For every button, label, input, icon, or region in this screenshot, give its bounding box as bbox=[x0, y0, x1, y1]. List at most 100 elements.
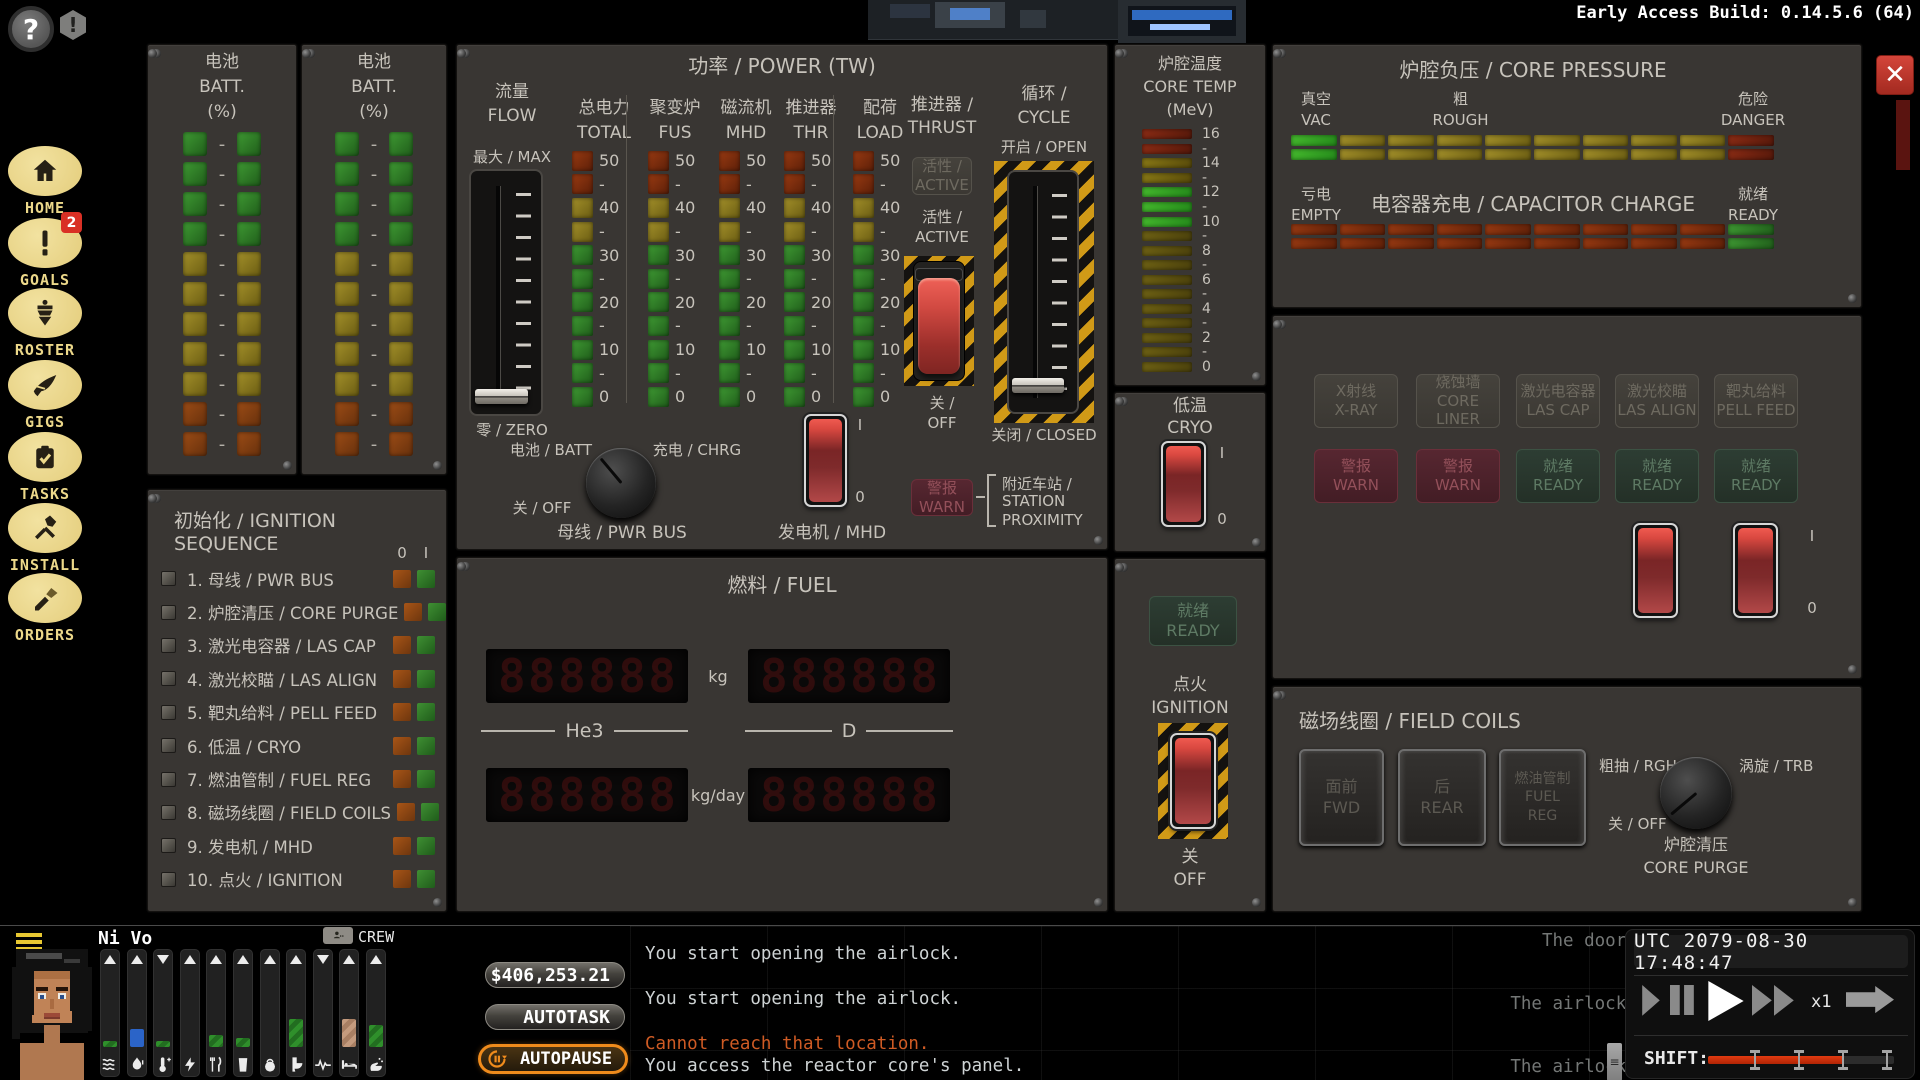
cryo-switch[interactable] bbox=[1161, 441, 1206, 527]
divider bbox=[626, 95, 627, 403]
sidebar-item-orders[interactable]: ORDERS bbox=[0, 573, 90, 644]
led-cell bbox=[572, 363, 593, 383]
battery-title-zh: 电池 bbox=[302, 53, 446, 73]
ignition-checkbox[interactable] bbox=[161, 671, 176, 686]
ignition-checkbox[interactable] bbox=[161, 638, 176, 653]
led-row: 16 bbox=[1142, 127, 1226, 142]
subsystem-switch-2[interactable] bbox=[1733, 523, 1778, 618]
ship-module bbox=[890, 4, 930, 18]
cycle-slider-handle[interactable] bbox=[1012, 378, 1064, 393]
led-cell bbox=[1142, 362, 1192, 372]
led-scale-label: - bbox=[675, 316, 701, 335]
ignition-step-row: 10. 点火 / IGNITION bbox=[161, 863, 435, 896]
led-row: - bbox=[1142, 345, 1226, 360]
segment-cell bbox=[1437, 135, 1483, 146]
led-dash: - bbox=[216, 344, 228, 365]
ignition-checkbox[interactable] bbox=[161, 605, 176, 620]
ignition-checkbox[interactable] bbox=[161, 872, 176, 887]
close-button[interactable]: ✕ bbox=[1876, 55, 1914, 95]
led-cell bbox=[648, 198, 669, 218]
led-cell bbox=[183, 342, 207, 366]
pause-button[interactable] bbox=[1670, 985, 1696, 1015]
battery-title-en: BATT. bbox=[148, 78, 296, 98]
screw bbox=[457, 562, 466, 571]
ignition-checkbox[interactable] bbox=[161, 772, 176, 787]
crew-name: Ni Vo bbox=[98, 928, 152, 949]
fast-forward-button[interactable] bbox=[1752, 985, 1796, 1015]
fuel-reg-coil-button[interactable]: 燃油管制FUELREG bbox=[1499, 749, 1586, 846]
ignition-off-led bbox=[397, 803, 415, 821]
led-scale-label: 10 bbox=[880, 340, 906, 359]
thrust-active-indicator: 活性 / ACTIVE bbox=[912, 157, 972, 195]
knob-pointer bbox=[599, 457, 622, 484]
skip-button[interactable] bbox=[1846, 986, 1894, 1014]
money-label: $406,253.21 bbox=[491, 965, 610, 986]
screw bbox=[1848, 665, 1857, 674]
sidebar-item-goals[interactable]: 2 GOALS bbox=[0, 218, 90, 289]
mhd-generator-switch[interactable] bbox=[804, 414, 847, 507]
up-arrow-icon bbox=[104, 955, 116, 964]
pell-feed-button[interactable]: 靶丸给料PELL FEED bbox=[1714, 374, 1798, 428]
core-purge-knob[interactable] bbox=[1660, 757, 1732, 829]
alert-badge[interactable]: ! bbox=[60, 10, 86, 40]
segment-cell bbox=[1340, 135, 1386, 146]
led-row: - bbox=[1142, 258, 1226, 273]
led-cell bbox=[1142, 246, 1192, 256]
sidebar-item-tasks[interactable]: TASKS bbox=[0, 432, 90, 503]
autopause-button[interactable]: AUTOPAUSE bbox=[478, 1044, 628, 1074]
crew-portrait[interactable] bbox=[8, 939, 96, 1080]
led-cell bbox=[335, 252, 359, 276]
led-cell bbox=[389, 222, 413, 246]
cycle-slider[interactable] bbox=[1007, 170, 1079, 414]
ignition-checkbox[interactable] bbox=[161, 571, 176, 586]
led-row: - bbox=[302, 279, 446, 309]
ignition-checkbox[interactable] bbox=[161, 705, 176, 720]
subsystem-switch-1[interactable] bbox=[1633, 523, 1678, 618]
pwr-bus-knob[interactable] bbox=[586, 448, 656, 518]
led-cell bbox=[719, 151, 740, 171]
crew-button[interactable] bbox=[323, 927, 353, 944]
proximity-label-zh: 附近车站 / bbox=[1002, 473, 1072, 494]
ignition-checkbox[interactable] bbox=[161, 805, 176, 820]
xray-button[interactable]: X射线X-RAY bbox=[1314, 374, 1398, 428]
led-cell bbox=[572, 316, 593, 336]
flow-slider[interactable] bbox=[469, 169, 543, 416]
need-bar-toilet bbox=[286, 949, 306, 1077]
core-liner-button[interactable]: 烧蚀墙CORE LINER bbox=[1416, 374, 1500, 428]
las-align-button[interactable]: 激光校瞄LAS ALIGN bbox=[1615, 374, 1699, 428]
slider-ticks bbox=[516, 193, 531, 392]
fwd-coil-button[interactable]: 面前FWD bbox=[1299, 749, 1384, 846]
led-dash: - bbox=[368, 254, 380, 275]
rear-coil-button[interactable]: 后REAR bbox=[1398, 749, 1486, 846]
led-row: - bbox=[302, 399, 446, 429]
cycle-title-zh: 循环 / bbox=[994, 85, 1094, 105]
slider-track bbox=[1033, 186, 1037, 397]
play-button[interactable] bbox=[1706, 981, 1746, 1018]
cryo-panel: 低温 CRYO I 0 bbox=[1114, 392, 1266, 552]
led-cell bbox=[183, 132, 207, 156]
log-scrollbar[interactable]: ≡ bbox=[1607, 1043, 1622, 1080]
thrust-lever[interactable] bbox=[918, 278, 960, 374]
ignition-switch[interactable] bbox=[1170, 733, 1216, 829]
ignition-checkbox[interactable] bbox=[161, 738, 176, 753]
flow-slider-handle[interactable] bbox=[475, 389, 528, 404]
ignition-checkbox[interactable] bbox=[161, 838, 176, 853]
led-row: - bbox=[302, 369, 446, 399]
sidebar-item-roster[interactable]: ROSTER bbox=[0, 288, 90, 359]
las-cap-button[interactable]: 激光电容器LAS CAP bbox=[1516, 374, 1600, 428]
mhd-on-label: I bbox=[853, 417, 867, 434]
sidebar-item-gigs[interactable]: GIGS bbox=[0, 360, 90, 431]
sidebar-item-install[interactable]: INSTALL bbox=[0, 503, 90, 574]
led-row: - bbox=[302, 159, 446, 189]
need-bar-bed bbox=[339, 949, 359, 1077]
ignition-off-led bbox=[393, 837, 411, 855]
step-button[interactable] bbox=[1640, 985, 1662, 1015]
led-row: - bbox=[148, 399, 296, 429]
mhd-generator-label: 发电机 / MHD bbox=[767, 524, 897, 544]
money-button[interactable]: $406,253.21 bbox=[485, 962, 625, 988]
autotask-button[interactable]: AUTOTASK bbox=[485, 1004, 625, 1030]
sidebar-item-home[interactable]: HOME bbox=[0, 146, 90, 217]
led-cell bbox=[237, 162, 261, 186]
help-button[interactable]: ? bbox=[8, 6, 54, 52]
screw bbox=[457, 49, 466, 58]
